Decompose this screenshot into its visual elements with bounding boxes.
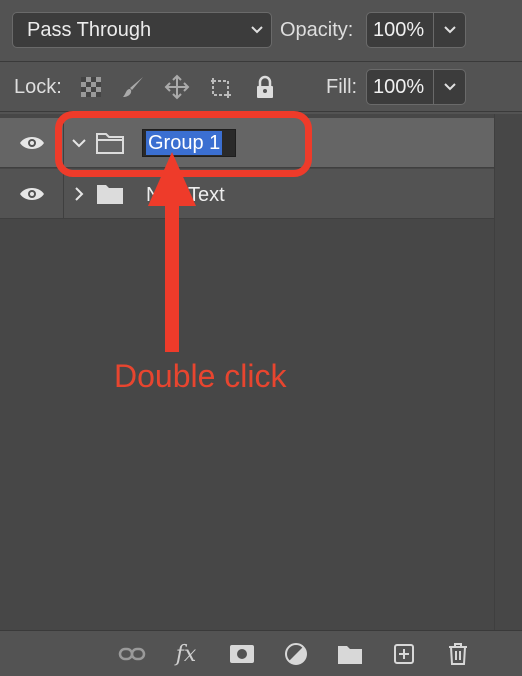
annotation-label: Double click [114,358,287,394]
annotation-arrow-icon [148,152,196,352]
